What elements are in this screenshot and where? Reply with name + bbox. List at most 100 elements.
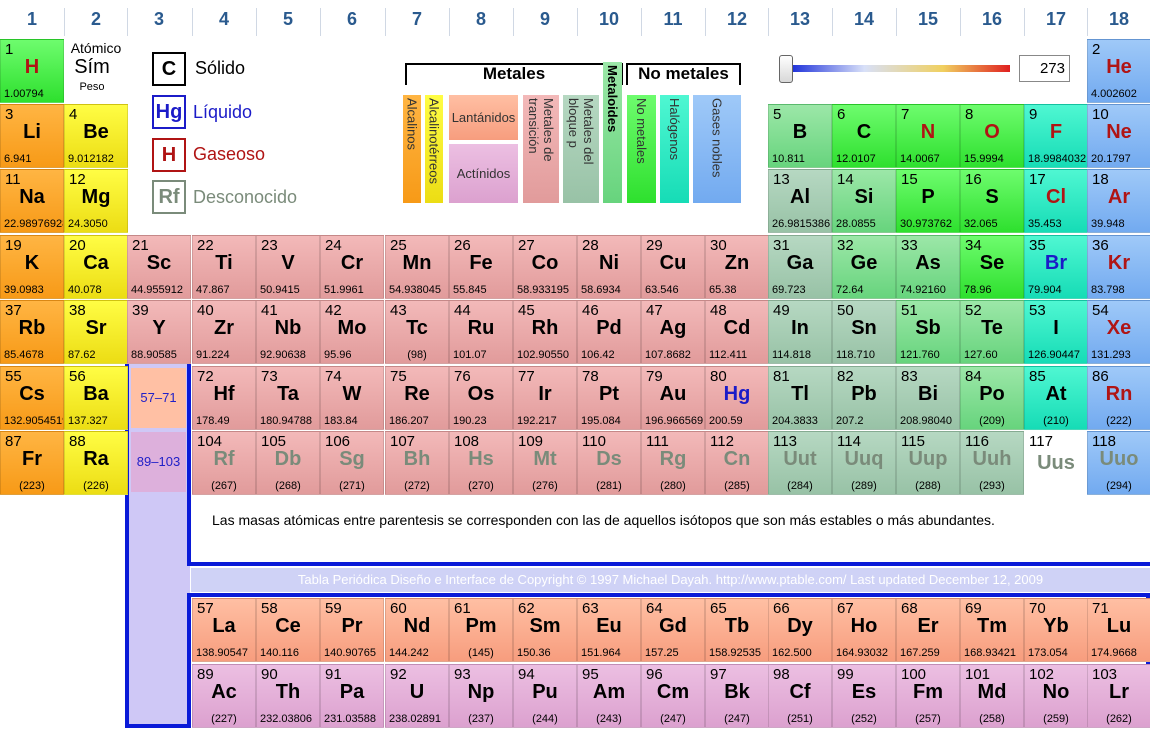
group-header[interactable]: 1 [0,0,64,38]
element-cell-n[interactable]: 7 N 14.0067 [896,104,960,168]
element-cell-cm[interactable]: 96 Cm (247) [641,664,705,728]
element-cell-po[interactable]: 84 Po (209) [960,366,1024,430]
element-cell-ds[interactable]: 110 Ds (281) [577,431,641,495]
group-header[interactable]: 14 [832,0,896,38]
category-transition[interactable]: Metales de transición [523,95,559,203]
element-cell-la[interactable]: 57 La 138.90547 [192,598,256,662]
element-cell-f[interactable]: 9 F 18.9984032 [1024,104,1088,168]
element-cell-zr[interactable]: 40 Zr 91.224 [192,300,256,364]
element-cell-u[interactable]: 92 U 238.02891 [385,664,449,728]
element-cell-tb[interactable]: 65 Tb 158.92535 [705,598,769,662]
element-cell-o[interactable]: 8 O 15.9994 [960,104,1024,168]
element-cell-b[interactable]: 5 B 10.811 [768,104,832,168]
element-cell-md[interactable]: 101 Md (258) [960,664,1024,728]
element-cell-na[interactable]: 11 Na 22.98976928 [0,169,64,233]
element-cell-uuo[interactable]: 118 Uuo (294) [1087,431,1150,495]
element-cell-co[interactable]: 27 Co 58.933195 [513,235,577,299]
element-cell-xe[interactable]: 54 Xe 131.293 [1087,300,1150,364]
legend-solid-box[interactable]: C [152,52,186,86]
element-cell-ba[interactable]: 56 Ba 137.327 [64,366,128,430]
element-cell-ru[interactable]: 44 Ru 101.07 [449,300,513,364]
element-cell-cf[interactable]: 98 Cf (251) [768,664,832,728]
element-cell-k[interactable]: 19 K 39.0983 [0,235,64,299]
element-cell-ho[interactable]: 67 Ho 164.93032 [832,598,896,662]
element-cell-fr[interactable]: 87 Fr (223) [0,431,64,495]
element-cell-ac[interactable]: 89 Ac (227) [192,664,256,728]
actinide-ref[interactable]: 89–103 [131,432,186,492]
element-cell-dy[interactable]: 66 Dy 162.500 [768,598,832,662]
element-cell-re[interactable]: 75 Re 186.207 [385,366,449,430]
element-cell-v[interactable]: 23 V 50.9415 [256,235,320,299]
element-cell-s[interactable]: 16 S 32.065 [960,169,1024,233]
element-cell-sm[interactable]: 62 Sm 150.36 [513,598,577,662]
group-header[interactable]: 5 [256,0,320,38]
group-header[interactable]: 16 [960,0,1024,38]
group-header[interactable]: 2 [64,0,128,38]
element-cell-uuq[interactable]: 114 Uuq (289) [832,431,896,495]
element-cell-uuh[interactable]: 116 Uuh (293) [960,431,1024,495]
element-cell-hs[interactable]: 108 Hs (270) [449,431,513,495]
element-cell-yb[interactable]: 70 Yb 173.054 [1024,598,1088,662]
element-cell-eu[interactable]: 63 Eu 151.964 [577,598,641,662]
element-cell-gd[interactable]: 64 Gd 157.25 [641,598,705,662]
category-actinides[interactable]: Actínidos [449,144,518,203]
element-cell-am[interactable]: 95 Am (243) [577,664,641,728]
element-cell-er[interactable]: 68 Er 167.259 [896,598,960,662]
element-cell-bk[interactable]: 97 Bk (247) [705,664,769,728]
element-cell-li[interactable]: 3 Li 6.941 [0,104,64,168]
element-cell-os[interactable]: 76 Os 190.23 [449,366,513,430]
element-cell-pm[interactable]: 61 Pm (145) [449,598,513,662]
legend-unknown-box[interactable]: Rf [152,180,186,214]
element-cell-mn[interactable]: 25 Mn 54.938045 [385,235,449,299]
element-cell-w[interactable]: 74 W 183.84 [320,366,384,430]
element-cell-hf[interactable]: 72 Hf 178.49 [192,366,256,430]
element-cell-tm[interactable]: 69 Tm 168.93421 [960,598,1024,662]
element-cell-fe[interactable]: 26 Fe 55.845 [449,235,513,299]
group-header[interactable]: 12 [705,0,769,38]
element-cell-h[interactable]: 1 H 1.00794 [0,39,64,103]
element-cell-bh[interactable]: 107 Bh (272) [385,431,449,495]
element-cell-bi[interactable]: 83 Bi 208.98040 [896,366,960,430]
element-cell-kr[interactable]: 36 Kr 83.798 [1087,235,1150,299]
element-cell-ir[interactable]: 77 Ir 192.217 [513,366,577,430]
temperature-slider-handle[interactable] [779,55,793,83]
element-cell-rf[interactable]: 104 Rf (267) [192,431,256,495]
element-cell-fm[interactable]: 100 Fm (257) [896,664,960,728]
element-cell-es[interactable]: 99 Es (252) [832,664,896,728]
element-cell-ti[interactable]: 22 Ti 47.867 [192,235,256,299]
group-header[interactable]: 7 [385,0,449,38]
group-header[interactable]: 13 [768,0,832,38]
element-cell-uut[interactable]: 113 Uut (284) [768,431,832,495]
element-cell-th[interactable]: 90 Th 232.03806 [256,664,320,728]
element-cell-as[interactable]: 33 As 74.92160 [896,235,960,299]
element-cell-sc[interactable]: 21 Sc 44.955912 [127,235,191,299]
legend-gas-box[interactable]: H [152,138,186,172]
element-cell-pd[interactable]: 46 Pd 106.42 [577,300,641,364]
element-cell-mo[interactable]: 42 Mo 95.96 [320,300,384,364]
element-cell-nb[interactable]: 41 Nb 92.90638 [256,300,320,364]
category-halogens[interactable]: Halógenos [660,95,689,203]
element-cell-in[interactable]: 49 In 114.818 [768,300,832,364]
element-cell-ge[interactable]: 32 Ge 72.64 [832,235,896,299]
group-header[interactable]: 3 [127,0,191,38]
group-header[interactable]: 18 [1087,0,1150,38]
temperature-input[interactable]: 273 [1019,55,1070,82]
element-cell-lr[interactable]: 103 Lr (262) [1087,664,1150,728]
group-header[interactable]: 6 [320,0,384,38]
element-cell-i[interactable]: 53 I 126.90447 [1024,300,1088,364]
element-cell-rn[interactable]: 86 Rn (222) [1087,366,1150,430]
element-cell-pb[interactable]: 82 Pb 207.2 [832,366,896,430]
element-cell-be[interactable]: 4 Be 9.012182 [64,104,128,168]
element-cell-mg[interactable]: 12 Mg 24.3050 [64,169,128,233]
element-cell-tl[interactable]: 81 Tl 204.3833 [768,366,832,430]
element-cell-se[interactable]: 34 Se 78.96 [960,235,1024,299]
element-cell-cr[interactable]: 24 Cr 51.9961 [320,235,384,299]
element-cell-y[interactable]: 39 Y 88.90585 [127,300,191,364]
element-cell-sn[interactable]: 50 Sn 118.710 [832,300,896,364]
element-cell-ca[interactable]: 20 Ca 40.078 [64,235,128,299]
group-header[interactable]: 4 [192,0,256,38]
element-cell-pt[interactable]: 78 Pt 195.084 [577,366,641,430]
category-alkaline[interactable]: Alcalinotérreos [425,95,443,203]
element-cell-tc[interactable]: 43 Tc (98) [385,300,449,364]
element-cell-zn[interactable]: 30 Zn 65.38 [705,235,769,299]
